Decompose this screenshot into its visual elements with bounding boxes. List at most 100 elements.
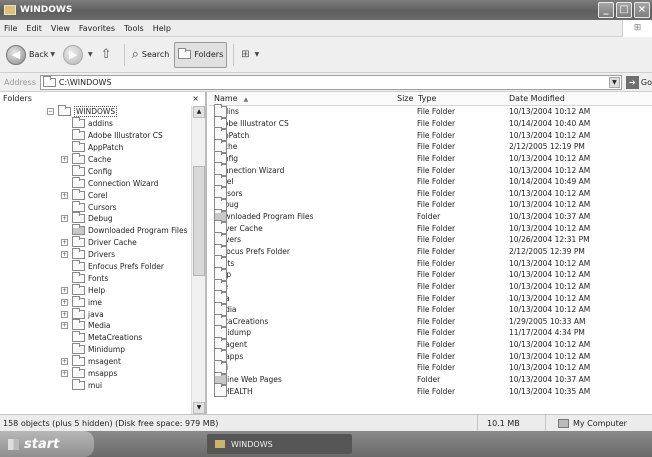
tree-item[interactable]: AppPatch: [0, 141, 193, 154]
scrollbar-thumb[interactable]: [193, 166, 205, 276]
file-row[interactable]: Drivers File Folder 10/26/2004 12:31 PM: [209, 232, 652, 246]
expand-icon[interactable]: +: [61, 370, 68, 378]
column-date-modified[interactable]: Date Modified: [509, 94, 565, 103]
address-field[interactable]: C:\WINDOWS ▼: [39, 74, 622, 90]
go-button[interactable]: ➔ Go: [625, 75, 652, 89]
file-row[interactable]: javaFile Folder10/13/2004 10:12 AM: [209, 290, 652, 304]
file-row[interactable]: DebugFile Folder10/13/2004 10:12 AM: [209, 197, 652, 211]
file-type: File Folder: [417, 293, 456, 303]
tree-item[interactable]: + Driver Cache: [0, 236, 193, 249]
tree-item[interactable]: Config: [0, 164, 193, 177]
tree-item[interactable]: − WINDOWS: [0, 105, 193, 118]
taskbar-item-windows[interactable]: WINDOWS: [207, 434, 352, 454]
file-row[interactable]: AppPatch File Folder 10/13/2004 10:12 AM: [209, 127, 652, 141]
folders-pane: Folders × − WINDOWS addins Adobe Illustrato…: [0, 92, 207, 414]
tree-item[interactable]: addins: [0, 117, 193, 130]
expand-icon[interactable]: +: [61, 322, 68, 330]
collapse-icon[interactable]: −: [47, 108, 54, 116]
close-button[interactable]: ×: [634, 2, 650, 18]
expand-icon[interactable]: +: [61, 286, 68, 294]
tree-item[interactable]: Connection Wizard: [0, 176, 193, 189]
close-pane-icon[interactable]: ×: [192, 94, 199, 103]
menu-favorites[interactable]: Favorites: [79, 24, 115, 33]
menu-file[interactable]: File: [4, 24, 17, 33]
expand-icon[interactable]: +: [61, 239, 68, 247]
address-dropdown-icon[interactable]: ▼: [608, 76, 620, 88]
tree-item[interactable]: Enfocus Prefs Folder: [0, 260, 193, 273]
expand-icon[interactable]: +: [61, 251, 68, 259]
file-type: File Folder: [417, 200, 456, 210]
scroll-down-icon[interactable]: ▼: [193, 402, 205, 414]
file-row[interactable]: Minidump File Folder 11/17/2004 4:34 PM: [209, 325, 652, 339]
file-row[interactable]: msapps File Folder 10/13/2004 10:12 AM: [209, 348, 652, 363]
file-row[interactable]: muiFile Folder10/13/2004 10:12 AM: [209, 360, 652, 374]
file-row[interactable]: Connection Wizard File Folder 10/13/2004 1…: [209, 162, 652, 176]
menu-help[interactable]: Help: [153, 24, 171, 33]
tree-item[interactable]: MetaCreations: [0, 331, 193, 344]
back-button[interactable]: ◀ Back ▼: [3, 42, 58, 68]
tree-item[interactable]: + Help: [0, 283, 193, 296]
folders-scrollbar[interactable]: ▲ ▼: [191, 106, 205, 414]
file-row[interactable]: HelpFile Folder10/13/2004 10:12 AM: [209, 267, 652, 281]
file-row[interactable]: PCHEALTH File Folder 10/13/2004 10:35 AM: [209, 383, 652, 398]
column-size[interactable]: Size: [397, 94, 413, 103]
file-row[interactable]: Adobe Illustrator CS File Folder 10/14/200…: [209, 115, 652, 130]
scroll-up-icon[interactable]: ▲: [193, 106, 205, 118]
tree-item[interactable]: + Corel: [0, 188, 193, 201]
tree-item[interactable]: + Cache: [0, 153, 193, 166]
expand-icon[interactable]: +: [61, 215, 68, 223]
taskbar-item-label: WINDOWS: [231, 439, 273, 449]
folders-button[interactable]: Folders: [174, 41, 228, 68]
file-row[interactable]: MetaCreations File Folder 1/29/2005 10:33 …: [209, 313, 652, 328]
file-row[interactable]: CacheFile Folder2/12/2005 12:19 PM: [209, 138, 652, 153]
column-type[interactable]: Type: [418, 94, 436, 103]
file-row[interactable]: Driver Cache File Folder 10/13/2004 10:12 …: [209, 220, 652, 235]
file-row[interactable]: Downloaded Program Files Folder 10/13/2004…: [209, 208, 652, 223]
tree-item[interactable]: + ime: [0, 295, 193, 308]
tree-item[interactable]: Cursors: [0, 200, 193, 213]
tree-item[interactable]: mui: [0, 378, 193, 391]
file-name: Adobe Illustrator CS: [214, 115, 289, 130]
tree-item[interactable]: + Media: [0, 319, 193, 332]
file-row[interactable]: Cursors File Folder 10/13/2004 10:12 AM: [209, 185, 652, 200]
column-name[interactable]: Name ▲: [214, 94, 248, 103]
tree-item[interactable]: Fonts: [0, 271, 193, 284]
file-row[interactable]: CorelFile Folder10/14/2004 10:49 AM: [209, 173, 652, 188]
start-button[interactable]: start: [0, 431, 94, 457]
file-row[interactable]: Offline Web Pages Folder 10/13/2004 10:37 …: [209, 371, 652, 386]
expand-icon[interactable]: +: [61, 156, 68, 163]
file-row[interactable]: imeFile Folder10/13/2004 10:12 AM: [209, 278, 652, 293]
back-dropdown-icon[interactable]: ▼: [50, 51, 55, 58]
tree-item[interactable]: + msagent: [0, 355, 193, 368]
views-dropdown-icon[interactable]: ▼: [255, 51, 260, 58]
tree-item[interactable]: Downloaded Program Files: [0, 224, 193, 237]
expand-icon[interactable]: +: [61, 358, 68, 366]
up-folder-button[interactable]: ⇧: [98, 42, 118, 68]
tree-item[interactable]: + java: [0, 307, 193, 320]
tree-item-label: mui: [88, 380, 103, 390]
tree-item[interactable]: + msapps: [0, 367, 193, 380]
expand-icon[interactable]: +: [61, 310, 68, 318]
tree-item[interactable]: Adobe Illustrator CS: [0, 129, 193, 142]
file-row[interactable]: ConfigFile Folder10/13/2004 10:12 AM: [209, 150, 652, 165]
menu-edit[interactable]: Edit: [26, 24, 42, 33]
tree-item[interactable]: + Drivers: [0, 248, 193, 261]
menu-view[interactable]: View: [51, 24, 70, 33]
minimize-button[interactable]: _: [598, 2, 614, 18]
forward-button[interactable]: ▶ ▼: [60, 42, 96, 68]
file-row[interactable]: Enfocus Prefs Folder File Folder 2/12/2005…: [209, 243, 652, 258]
tree-item[interactable]: Minidump: [0, 343, 193, 356]
tree-item[interactable]: + Debug: [0, 212, 193, 225]
views-button[interactable]: ⊞ ▼: [238, 42, 262, 68]
folders-pane-title: Folders: [3, 94, 32, 103]
search-button[interactable]: ⌕ Search: [129, 42, 173, 68]
expand-icon[interactable]: +: [61, 191, 68, 199]
file-row[interactable]: msagent File Folder 10/13/2004 10:12 AM: [209, 336, 652, 351]
forward-dropdown-icon[interactable]: ▼: [88, 51, 93, 58]
file-row[interactable]: FontsFile Folder10/13/2004 10:12 AM: [209, 255, 652, 269]
file-row[interactable]: MediaFile Folder10/13/2004 10:12 AM: [209, 301, 652, 316]
expand-icon[interactable]: +: [61, 298, 68, 306]
maximize-button[interactable]: □: [616, 2, 632, 18]
file-row[interactable]: addinsFile Folder10/13/2004 10:12 AM: [209, 104, 652, 118]
menu-tools[interactable]: Tools: [124, 24, 144, 33]
